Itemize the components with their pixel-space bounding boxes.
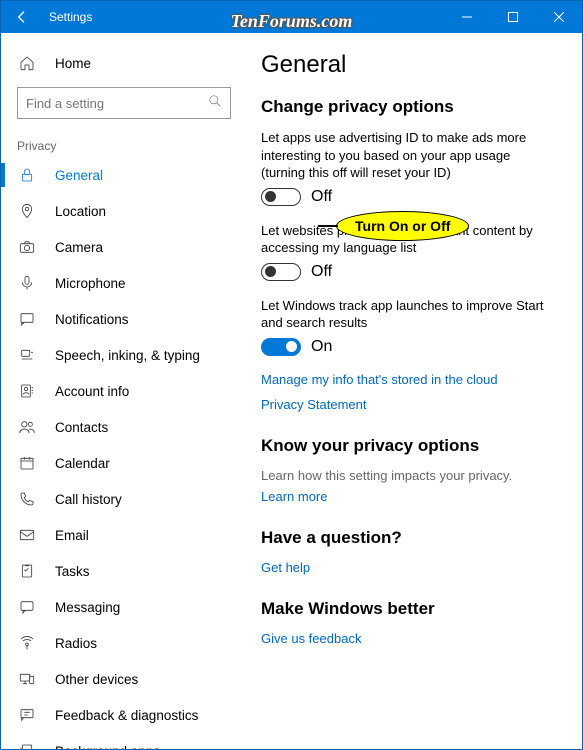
sidebar-item-camera[interactable]: Camera	[1, 229, 247, 265]
sidebar-item-calendar[interactable]: Calendar	[1, 445, 247, 481]
toggle-state: On	[311, 338, 332, 356]
sidebar-item-otherdevices[interactable]: Other devices	[1, 661, 247, 697]
feedback-icon	[17, 705, 37, 725]
toggle-state: Off	[311, 263, 332, 281]
nav-label: Background apps	[55, 744, 160, 750]
nav-label: Calendar	[55, 456, 110, 471]
nav-label: Microphone	[55, 276, 126, 291]
sidebar-item-microphone[interactable]: Microphone	[1, 265, 247, 301]
minimize-button[interactable]	[444, 1, 490, 33]
nav-label: Speech, inking, & typing	[55, 348, 200, 363]
back-button[interactable]	[1, 1, 43, 33]
section-title: Change privacy options	[261, 97, 558, 117]
nav-label: General	[55, 168, 103, 183]
sidebar-item-speech[interactable]: Speech, inking, & typing	[1, 337, 247, 373]
link-privacy-statement[interactable]: Privacy Statement	[261, 397, 558, 412]
sidebar-item-tasks[interactable]: Tasks	[1, 553, 247, 589]
microphone-icon	[17, 273, 37, 293]
contacts-icon	[17, 417, 37, 437]
titlebar: Settings	[1, 1, 582, 33]
location-icon	[17, 201, 37, 221]
nav-label: Feedback & diagnostics	[55, 708, 198, 723]
sidebar-item-email[interactable]: Email	[1, 517, 247, 553]
opt1-desc: Let apps use advertising ID to make ads …	[261, 129, 558, 182]
speech-icon	[17, 345, 37, 365]
nav-label: Account info	[55, 384, 129, 399]
sidebar-item-backgroundapps[interactable]: Background apps	[1, 733, 247, 749]
section-title: Have a question?	[261, 528, 558, 548]
search-input[interactable]	[26, 96, 208, 111]
nav-label: Notifications	[55, 312, 129, 327]
nav-label: Tasks	[55, 564, 90, 579]
sidebar-item-location[interactable]: Location	[1, 193, 247, 229]
section-title: Make Windows better	[261, 599, 558, 619]
home-icon	[17, 53, 37, 73]
nav-label: Messaging	[55, 600, 120, 615]
link-get-help[interactable]: Get help	[261, 560, 558, 575]
nav-label: Email	[55, 528, 89, 543]
link-learn-more[interactable]: Learn more	[261, 489, 558, 504]
link-manage-info[interactable]: Manage my info that's stored in the clou…	[261, 372, 558, 387]
sidebar-item-account[interactable]: Account info	[1, 373, 247, 409]
sidebar-item-feedback[interactable]: Feedback & diagnostics	[1, 697, 247, 733]
close-button[interactable]	[536, 1, 582, 33]
sidebar-item-notifications[interactable]: Notifications	[1, 301, 247, 337]
email-icon	[17, 525, 37, 545]
search-box[interactable]	[17, 87, 231, 119]
lock-icon	[17, 165, 37, 185]
sidebar-item-contacts[interactable]: Contacts	[1, 409, 247, 445]
section-title: Know your privacy options	[261, 436, 558, 456]
sidebar-item-general[interactable]: General	[1, 157, 247, 193]
sidebar-item-radios[interactable]: Radios	[1, 625, 247, 661]
toggle-state: Off	[311, 188, 332, 206]
section-sub: Learn how this setting impacts your priv…	[261, 468, 558, 483]
toggle-advertising-id[interactable]	[261, 188, 301, 206]
content-pane: General Change privacy options Let apps …	[247, 33, 582, 749]
link-feedback[interactable]: Give us feedback	[261, 631, 558, 646]
calendar-icon	[17, 453, 37, 473]
maximize-button[interactable]	[490, 1, 536, 33]
phone-icon	[17, 489, 37, 509]
devices-icon	[17, 669, 37, 689]
page-heading: General	[261, 51, 558, 79]
nav-label: Camera	[55, 240, 103, 255]
window-title: Settings	[49, 10, 444, 24]
nav-label: Call history	[55, 492, 122, 507]
toggle-language-list[interactable]	[261, 263, 301, 281]
section-label: Privacy	[1, 131, 247, 157]
search-icon	[208, 94, 222, 113]
sidebar: Home Privacy General Location Camera Mic…	[1, 33, 247, 749]
home-button[interactable]: Home	[1, 45, 247, 81]
opt2-desc: Let websites provide locally relevant co…	[261, 222, 558, 257]
notifications-icon	[17, 309, 37, 329]
background-icon	[17, 741, 37, 749]
sidebar-item-callhistory[interactable]: Call history	[1, 481, 247, 517]
radios-icon	[17, 633, 37, 653]
nav-label: Contacts	[55, 420, 108, 435]
toggle-track-launches[interactable]	[261, 338, 301, 356]
nav-label: Other devices	[55, 672, 138, 687]
messaging-icon	[17, 597, 37, 617]
nav-label: Location	[55, 204, 106, 219]
tasks-icon	[17, 561, 37, 581]
sidebar-item-messaging[interactable]: Messaging	[1, 589, 247, 625]
home-label: Home	[55, 56, 91, 71]
camera-icon	[17, 237, 37, 257]
account-icon	[17, 381, 37, 401]
opt3-desc: Let Windows track app launches to improv…	[261, 297, 558, 332]
nav-label: Radios	[55, 636, 97, 651]
